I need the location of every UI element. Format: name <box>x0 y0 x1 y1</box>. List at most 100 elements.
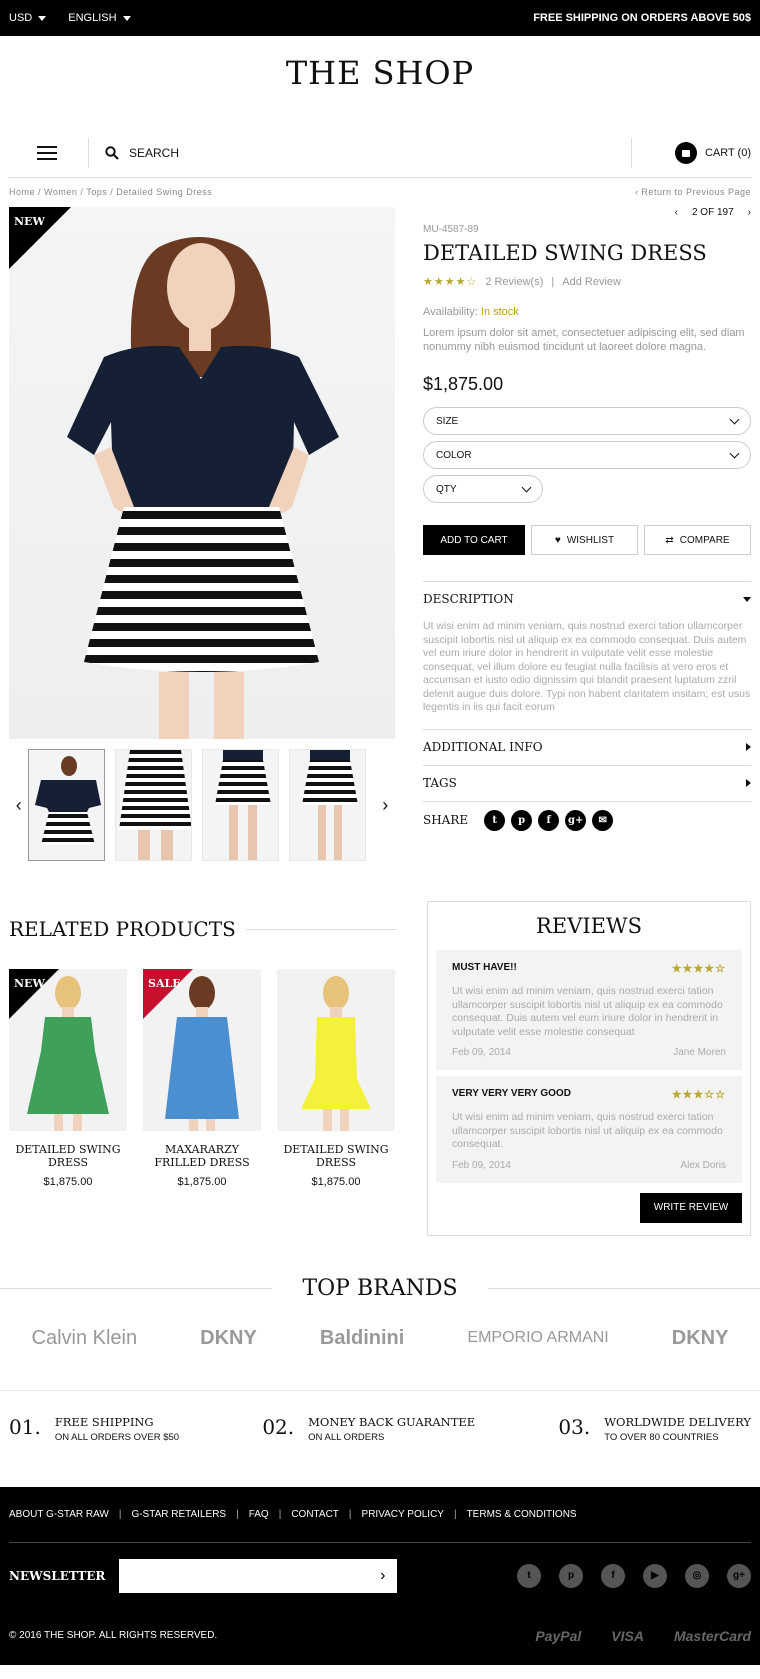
caret-down-icon <box>743 596 751 602</box>
add-to-cart-button[interactable]: ADD TO CART <box>423 525 525 555</box>
twitter-icon[interactable]: t <box>484 809 506 831</box>
thumbnail[interactable] <box>288 749 366 861</box>
facebook-icon[interactable]: f <box>538 809 560 831</box>
cart-button[interactable]: CART (0) <box>631 137 751 168</box>
visa-logo: VISA <box>611 1627 644 1644</box>
review-date: Feb 09, 2014 <box>452 1159 511 1171</box>
instagram-icon[interactable]: ◎ <box>685 1563 709 1588</box>
add-review-link[interactable]: Add Review <box>562 276 621 288</box>
related-product-image[interactable] <box>277 969 395 1131</box>
related-product-image[interactable]: NEW <box>9 969 127 1131</box>
review-title: VERY VERY VERY GOOD <box>452 1088 571 1099</box>
footer-link[interactable]: G-STAR RETAILERS <box>131 1509 226 1520</box>
product-section: NEW ‹ › ‹ 2 OF 197 › MU-4587-89 DETAILED… <box>9 207 751 861</box>
footer-link[interactable]: CONTACT <box>291 1509 339 1520</box>
search-input[interactable]: SEARCH <box>89 146 631 160</box>
related-product-card[interactable]: SALE MAXARARZY FRILLED DRESS $1,875.00 <box>143 969 261 1188</box>
brand-logo[interactable]: DKNY <box>200 1327 257 1350</box>
product-main-image[interactable]: NEW <box>9 207 395 739</box>
shipping-notice: FREE SHIPPING ON ORDERS ABOVE 50$ <box>533 12 751 24</box>
payment-methods: PayPal VISA MasterCard <box>535 1628 751 1644</box>
related-grid: NEW DETAILED SWING DRESS $1,875.00 SALE … <box>9 969 397 1188</box>
next-arrow-icon[interactable]: › <box>376 795 395 816</box>
chevron-down-icon <box>729 448 740 458</box>
pinterest-icon[interactable]: p <box>511 809 533 831</box>
related-product-price: $1,875.00 <box>177 1176 227 1188</box>
youtube-icon[interactable]: ▶ <box>643 1563 667 1588</box>
twitter-icon[interactable]: t <box>517 1563 541 1588</box>
badge-label: NEW <box>14 215 45 228</box>
product-pager: ‹ 2 OF 197 › <box>423 207 751 218</box>
product-rating: ★★★★☆ 2 Review(s) | Add Review <box>423 275 621 289</box>
related-product-image[interactable]: SALE <box>143 969 261 1131</box>
footer-social: t p f ▶ ◎ g+ <box>397 1563 751 1588</box>
brand-logo[interactable]: EMPORIO ARMANI <box>467 1329 608 1347</box>
top-bar: USD ENGLISH FREE SHIPPING ON ORDERS ABOV… <box>0 0 760 36</box>
next-product-icon[interactable]: › <box>748 207 751 218</box>
arrow-right-icon[interactable]: › <box>380 1567 385 1585</box>
caret-right-icon <box>746 743 751 751</box>
qty-select[interactable]: QTY <box>423 475 543 503</box>
return-link[interactable]: ‹ Return to Previous Page <box>635 187 751 197</box>
compare-icon: ⇄ <box>665 534 674 546</box>
brand-logo[interactable]: Baldinini <box>320 1327 404 1350</box>
copyright: © 2016 THE SHOP. ALL RIGHTS RESERVED. <box>9 1630 218 1641</box>
additional-info-toggle[interactable]: ADDITIONAL INFO <box>423 728 751 765</box>
footer-link[interactable]: PRIVACY POLICY <box>362 1509 444 1520</box>
pinterest-icon[interactable]: p <box>559 1563 583 1588</box>
description-toggle[interactable]: DESCRIPTION <box>423 582 751 616</box>
footer-link[interactable]: FAQ <box>249 1509 269 1520</box>
footer-links: ABOUT G-STAR RAW | G-STAR RETAILERS | FAQ |… <box>9 1487 751 1543</box>
review-text: Ut wisi enim ad minim veniam, quis nostr… <box>452 1111 723 1150</box>
currency-dropdown[interactable]: USD <box>9 12 47 24</box>
site-logo[interactable]: THE SHOP <box>0 36 760 130</box>
feature-item: 02. MONEY BACK GUARANTEE ON ALL ORDERS <box>262 1414 476 1443</box>
google-plus-icon[interactable]: g+ <box>727 1563 751 1588</box>
size-select[interactable]: SIZE <box>423 407 751 435</box>
prev-product-icon[interactable]: ‹ <box>675 207 678 218</box>
menu-icon[interactable] <box>9 137 89 168</box>
share-row: SHARE t p f g+ ✉ <box>423 800 751 831</box>
reviews-title: REVIEWS <box>536 914 642 938</box>
language-dropdown[interactable]: ENGLISH <box>68 12 131 24</box>
wishlist-button[interactable]: ♥ WISHLIST <box>531 525 638 555</box>
color-select[interactable]: COLOR <box>423 441 751 469</box>
newsletter-input[interactable]: › <box>119 1558 398 1593</box>
related-product-price: $1,875.00 <box>43 1176 93 1188</box>
review-title: MUST HAVE!! <box>452 962 517 973</box>
facebook-icon[interactable]: f <box>601 1563 625 1588</box>
footer-link[interactable]: TERMS & CONDITIONS <box>467 1509 577 1520</box>
heart-icon: ♥ <box>554 534 561 546</box>
related-product-name[interactable]: DETAILED SWING DRESS <box>277 1143 395 1169</box>
lower-section: RELATED PRODUCTS NEW DETAILED SWING DRES… <box>9 901 751 1236</box>
brand-logo[interactable]: DKNY <box>672 1327 729 1350</box>
related-product-name[interactable]: MAXARARZY FRILLED DRESS <box>143 1143 261 1169</box>
related-product-card[interactable]: DETAILED SWING DRESS $1,875.00 <box>277 969 395 1188</box>
thumbnail[interactable] <box>115 749 192 861</box>
chevron-down-icon <box>729 414 740 424</box>
footer-link[interactable]: ABOUT G-STAR RAW <box>9 1509 109 1520</box>
reviews-link[interactable]: 2 Review(s) <box>485 276 543 288</box>
mastercard-logo: MasterCard <box>673 1627 751 1644</box>
write-review-button[interactable]: WRITE REVIEW <box>640 1192 742 1223</box>
compare-button[interactable]: ⇄ COMPARE <box>644 525 751 555</box>
brands-row: Calvin Klein DKNY Baldinini EMPORIO ARMA… <box>0 1311 760 1391</box>
email-icon[interactable]: ✉ <box>592 809 614 831</box>
related-product-card[interactable]: NEW DETAILED SWING DRESS $1,875.00 <box>9 969 127 1188</box>
google-plus-icon[interactable]: g+ <box>565 809 587 831</box>
paypal-logo: PayPal <box>535 1627 582 1644</box>
related-product-name[interactable]: DETAILED SWING DRESS <box>9 1143 127 1169</box>
related-products: RELATED PRODUCTS NEW DETAILED SWING DRES… <box>9 901 397 1236</box>
chevron-down-icon <box>38 15 47 21</box>
caret-right-icon <box>746 779 751 787</box>
thumbnail[interactable] <box>28 749 106 861</box>
prev-arrow-icon[interactable]: ‹ <box>9 795 28 816</box>
header-bar: SEARCH CART (0) <box>9 128 751 178</box>
brand-logo[interactable]: Calvin Klein <box>32 1327 138 1350</box>
review-author: Alex Doris <box>680 1159 726 1171</box>
breadcrumb-path[interactable]: Home / Women / Tops / Detailed Swing Dre… <box>9 187 212 197</box>
tags-toggle[interactable]: TAGS <box>423 764 751 801</box>
features-row: 01. FREE SHIPPING ON ALL ORDERS OVER $50 0… <box>0 1391 760 1487</box>
thumbnail[interactable] <box>201 749 279 861</box>
short-description: Lorem ipsum dolor sit amet, consectetuer… <box>423 327 745 353</box>
